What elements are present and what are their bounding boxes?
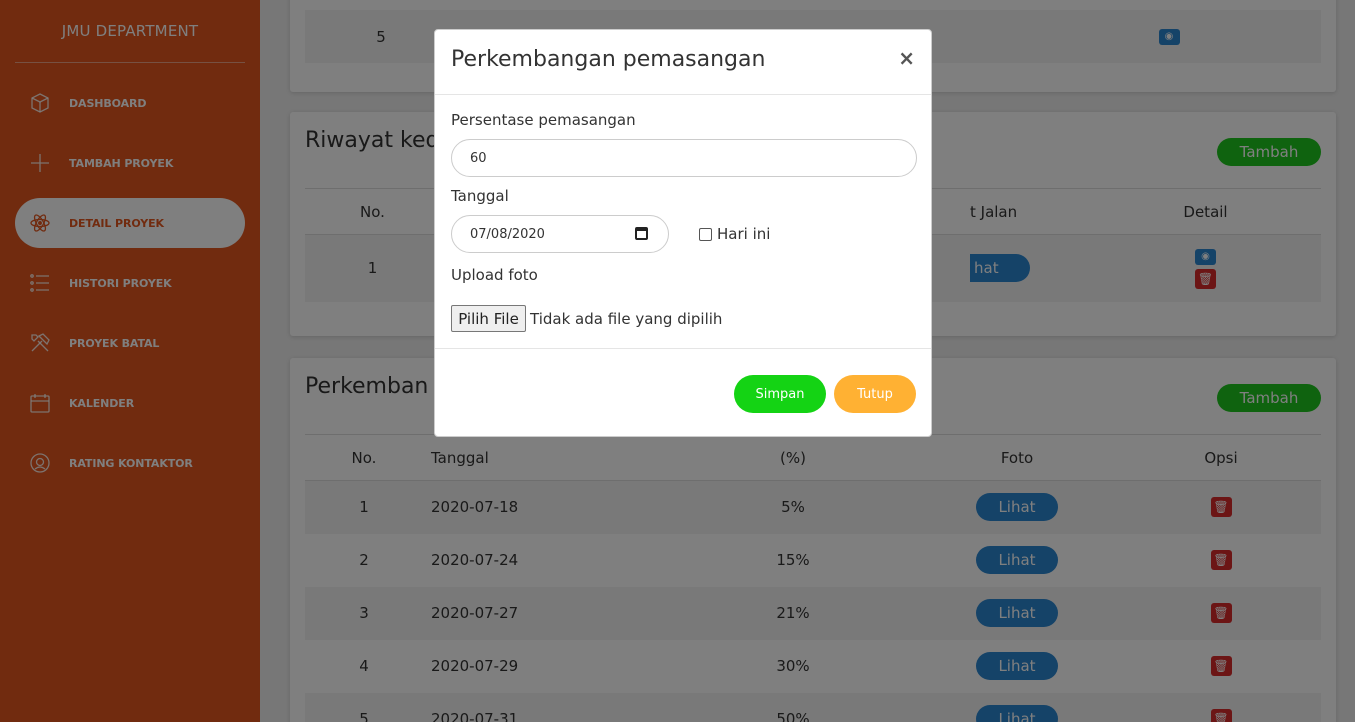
calendar-icon[interactable] (635, 227, 648, 240)
date-input[interactable]: 07/08/2020 (451, 215, 669, 253)
close-icon[interactable]: × (898, 46, 915, 70)
date-label: Tanggal (451, 187, 509, 205)
percent-label: Persentase pemasangan (451, 111, 636, 129)
modal-header: Perkembangan pemasangan × (435, 30, 931, 95)
checkbox-box[interactable] (699, 227, 712, 241)
file-status: Tidak ada file yang dipilih (530, 309, 723, 328)
progress-modal: Perkembangan pemasangan × Persentase pem… (434, 29, 932, 437)
date-input-value: 07/08/2020 (470, 226, 545, 242)
save-button[interactable]: Simpan (734, 375, 826, 413)
modal-title: Perkembangan pemasangan (451, 47, 766, 72)
percent-input[interactable]: 60 (451, 139, 917, 177)
today-checkbox[interactable]: Hari ini (699, 225, 770, 243)
percent-input-value: 60 (470, 150, 487, 166)
today-label: Hari ini (717, 225, 771, 243)
choose-file-button[interactable]: Pilih File (451, 305, 526, 332)
close-button[interactable]: Tutup (834, 375, 916, 413)
file-input: Pilih File Tidak ada file yang dipilih (451, 305, 722, 332)
modal-footer: Simpan Tutup (435, 348, 931, 436)
upload-label: Upload foto (451, 266, 538, 284)
